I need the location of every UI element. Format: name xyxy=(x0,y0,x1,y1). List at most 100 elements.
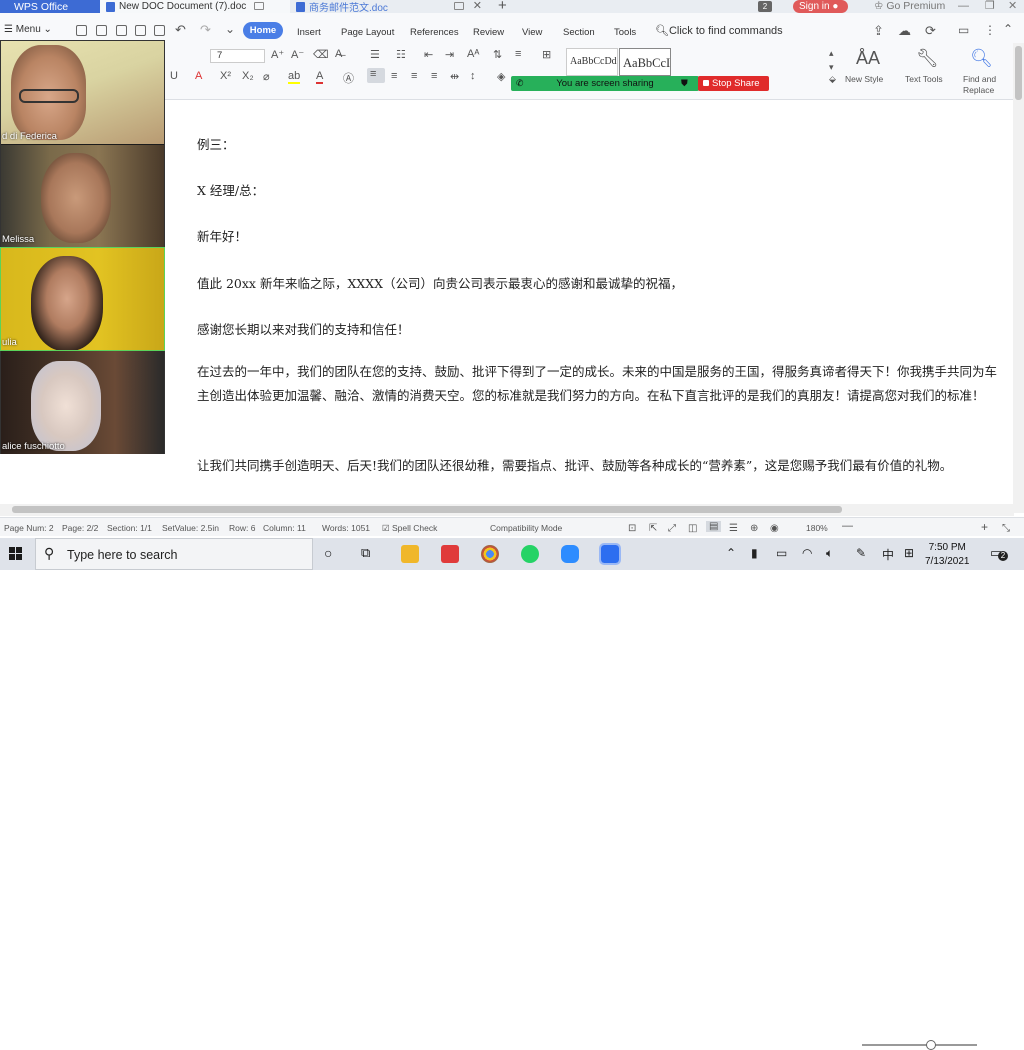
close-icon[interactable]: ✕ xyxy=(1008,0,1017,12)
stop-share-button[interactable]: Stop Share xyxy=(698,76,769,91)
tab-view[interactable]: View xyxy=(522,27,542,38)
tab-tools[interactable]: Tools xyxy=(614,27,636,38)
redo-icon[interactable]: ↷ xyxy=(200,22,211,38)
para-spacing-icon[interactable]: ↕ xyxy=(470,70,476,82)
new-style-icon[interactable]: ÅA xyxy=(856,48,880,69)
zoom-level[interactable]: 180% xyxy=(806,523,828,533)
two-page-icon[interactable]: ◫ xyxy=(688,523,697,534)
more-chevron-icon[interactable]: ⌄ xyxy=(225,22,235,36)
cloud-upload-icon[interactable]: ☁ xyxy=(898,23,911,39)
tab-page-layout[interactable]: Page Layout xyxy=(341,27,394,38)
undo-icon[interactable]: ↶ xyxy=(175,22,186,38)
increase-indent-icon[interactable]: ⇥ xyxy=(445,48,454,61)
open-folder-icon[interactable] xyxy=(76,25,87,36)
video-gallery-panel[interactable]: d di Federica Melissa ulia alice fuschio… xyxy=(0,40,165,454)
bullets-icon[interactable]: ☰ xyxy=(370,48,380,61)
app-red-icon[interactable] xyxy=(441,545,459,563)
grow-font-icon[interactable]: A⁺ xyxy=(271,48,284,61)
decrease-indent-icon[interactable]: ⇤ xyxy=(424,48,433,61)
new-style-label[interactable]: New Style xyxy=(845,74,883,84)
page-status[interactable]: Page: 2/2 xyxy=(62,523,98,533)
pen-icon[interactable]: ✎ xyxy=(856,546,866,560)
sync-icon[interactable]: ⟳ xyxy=(925,23,936,39)
more-options-icon[interactable]: ⋮ xyxy=(984,23,996,37)
styles-scroll-up-icon[interactable]: ▴ xyxy=(829,48,834,59)
taskbar-clock[interactable]: 7:50 PM 7/13/2021 xyxy=(925,541,970,569)
style-normal[interactable]: AaBbCcDd xyxy=(566,48,618,76)
tab-review[interactable]: Review xyxy=(473,27,504,38)
page-view-icon[interactable]: ▤ xyxy=(706,521,722,532)
tab-insert[interactable]: Insert xyxy=(297,27,321,38)
collapse-ribbon-icon[interactable]: ⌃ xyxy=(1003,22,1013,36)
notification-icon[interactable]: ▭ 2 xyxy=(990,545,1008,561)
tab-home[interactable]: Home xyxy=(243,22,283,39)
tab-wps-office[interactable]: WPS Office xyxy=(0,0,100,13)
microphone-icon[interactable]: ▮ xyxy=(751,546,758,560)
wifi-icon[interactable]: ◠ xyxy=(802,546,812,560)
taskbar-search-box[interactable]: ⚲ Type here to search xyxy=(35,538,313,570)
go-premium-button[interactable]: ♔ Go Premium xyxy=(874,0,945,13)
wps-app-icon[interactable] xyxy=(599,543,621,565)
video-tile-active[interactable]: ulia xyxy=(0,247,165,351)
subscript-icon[interactable]: X₂ xyxy=(242,70,254,82)
zoom-slider-thumb[interactable] xyxy=(926,1040,936,1050)
word-count[interactable]: Words: 1051 xyxy=(322,523,370,533)
align-left-icon[interactable]: ≡ xyxy=(367,68,385,83)
superscript-icon[interactable]: X² xyxy=(220,70,231,82)
style-heading[interactable]: AaBbCcI xyxy=(619,48,671,76)
numbering-icon[interactable]: ☷ xyxy=(396,48,406,61)
save-icon[interactable] xyxy=(96,25,107,36)
whatsapp-icon[interactable] xyxy=(521,545,539,563)
font-size-select[interactable]: 7 xyxy=(210,49,265,63)
print-preview-icon[interactable] xyxy=(154,25,165,36)
line-spacing-icon[interactable]: ≡ xyxy=(515,48,521,60)
windows-start-icon[interactable] xyxy=(9,547,22,560)
text-tools-label[interactable]: Text Tools xyxy=(905,74,943,84)
eraser-icon[interactable]: ⌀ xyxy=(263,70,270,83)
cortana-icon[interactable]: ○ xyxy=(324,545,332,561)
vertical-scroll-thumb[interactable] xyxy=(1015,46,1022,100)
font-color-a-icon[interactable]: A xyxy=(195,70,202,82)
tab-business-doc[interactable]: 商务邮件范文.doc ✕ xyxy=(290,0,490,13)
vertical-scrollbar[interactable] xyxy=(1013,43,1024,513)
video-tile[interactable]: alice fuschiotto xyxy=(1,351,164,454)
screen-sharing-banner[interactable]: ✆ You are screen sharing ⛊ xyxy=(511,76,699,91)
video-tile[interactable]: Melissa xyxy=(1,145,164,247)
find-replace-button[interactable]: Find and Replace xyxy=(963,74,996,96)
find-icon[interactable]: 🔍︎ xyxy=(970,48,993,69)
zoom-in-icon[interactable]: + xyxy=(981,520,988,534)
export-pdf-icon[interactable]: ⇱ xyxy=(649,523,657,534)
show-hidden-icons-icon[interactable]: ⌃ xyxy=(726,546,736,560)
window-icon[interactable] xyxy=(454,2,464,10)
distribute-icon[interactable]: ⇹ xyxy=(450,70,459,83)
clear-format-icon[interactable]: ⌫ xyxy=(313,48,329,61)
underline-icon[interactable]: U xyxy=(170,70,178,82)
ime-indicator[interactable]: 中 xyxy=(882,546,894,563)
shrink-font-icon[interactable]: A⁻ xyxy=(291,48,304,61)
close-tab-icon[interactable]: ✕ xyxy=(473,0,482,12)
justify-icon[interactable]: ≡ xyxy=(431,70,437,82)
volume-icon[interactable]: 🔈︎ xyxy=(826,546,833,561)
text-effects-icon[interactable]: A̶ xyxy=(335,48,342,60)
char-shading-icon[interactable]: Ⓐ xyxy=(343,70,354,86)
sign-in-button[interactable]: Sign in ● xyxy=(793,0,848,13)
zoom-slider[interactable] xyxy=(862,1040,977,1050)
new-tab-icon[interactable]: + xyxy=(498,0,507,14)
outline-view-icon[interactable]: ☰ xyxy=(729,523,738,534)
protect-icon[interactable]: ⊡ xyxy=(628,523,636,534)
font-case-icon[interactable]: Aᴬ xyxy=(467,48,479,60)
web-view-icon[interactable]: ⊕ xyxy=(750,523,758,534)
battery-icon[interactable]: ▭ xyxy=(776,546,787,560)
video-tile[interactable]: d di Federica xyxy=(1,41,164,144)
shading-fill-icon[interactable]: ◈ xyxy=(497,70,505,83)
restore-icon[interactable]: ❐ xyxy=(985,0,995,12)
file-explorer-icon[interactable] xyxy=(401,545,419,563)
chrome-icon[interactable] xyxy=(481,545,499,563)
styles-expand-icon[interactable]: ⬙ xyxy=(829,74,836,85)
wrench-icon[interactable]: 🔧︎ xyxy=(916,48,939,69)
comment-icon[interactable]: ▭ xyxy=(958,23,969,37)
counter-badge[interactable]: 2 xyxy=(758,1,772,12)
eye-protection-icon[interactable]: ◉ xyxy=(770,523,779,534)
share-icon[interactable]: ⇪ xyxy=(873,23,884,39)
zoom-app-icon[interactable] xyxy=(561,545,579,563)
